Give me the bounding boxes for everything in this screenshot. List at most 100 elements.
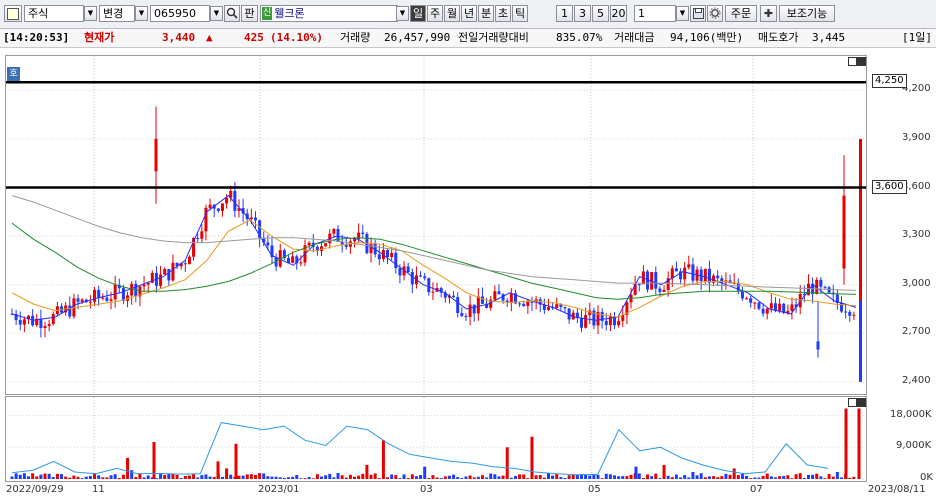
candle-down [97,289,101,298]
volume-bar [237,475,241,479]
volume-bar [703,477,707,479]
interval-button-1[interactable]: 3 [574,5,591,22]
market-label: 주식 [28,7,49,20]
candle-down [253,217,257,221]
minimize-icon[interactable] [848,57,857,66]
count-dropdown-icon[interactable]: ▼ [676,6,689,21]
gear-icon [709,7,721,19]
interval-button-3[interactable]: 20 [610,5,627,22]
volume-bar [773,477,777,479]
volume-bar [187,475,191,479]
volume-bar [27,476,31,479]
assist-button[interactable]: 보조기능 [779,5,835,22]
candle-up [113,284,117,300]
stock-name-dropdown-icon[interactable]: ▼ [396,6,409,21]
board-button[interactable]: 판 [241,5,258,22]
volume-bar [109,475,113,479]
change-select[interactable]: 변경 [99,5,135,22]
settings-button[interactable] [707,5,723,22]
market-dropdown-icon[interactable]: ▼ [84,6,97,21]
candle-spike [154,138,158,172]
volume-bar [753,477,757,479]
volume-bar [658,478,662,479]
volume-bar [538,475,542,479]
volume-bar [159,473,163,479]
candle-down [472,304,476,314]
volume-bar [460,478,464,479]
prev-ratio-label: 전일거래량대비 [458,31,529,44]
count-input[interactable]: 1 [634,5,676,22]
volume-bar [105,477,109,479]
price-chart[interactable] [6,56,866,394]
code-dropdown-icon[interactable]: ▼ [210,6,223,21]
candle-down [183,263,187,265]
close-icon[interactable] [857,398,866,407]
volume-bar [732,468,736,479]
stock-name-field[interactable]: 신 웰크론 [260,5,398,22]
volume-bar [654,473,658,479]
volume-bar [18,474,22,479]
price-pane-controls[interactable] [848,57,866,66]
period-button-2[interactable]: 월 [444,5,460,22]
stock-code-input[interactable]: 065950 [150,5,210,22]
volume-bar [192,473,196,479]
save-icon [692,8,704,19]
volume-bar [827,474,831,479]
volume-bar [588,475,592,479]
candle-down [827,287,831,293]
period-button-1[interactable]: 주 [427,5,443,22]
candle-down [522,303,526,307]
period-button-6[interactable]: 틱 [512,5,528,22]
volume-bar-spike [634,466,638,479]
candle-up [526,301,530,307]
candle-up [200,231,204,239]
candle-up [109,299,113,301]
candle-down [819,279,823,287]
minimize-icon[interactable] [848,398,857,407]
period-button-5[interactable]: 초 [495,5,511,22]
order-button[interactable]: 주문 [725,5,757,22]
interval-button-0[interactable]: 1 [556,5,573,22]
volume-chart[interactable] [6,397,866,481]
volume-pane[interactable] [5,396,867,482]
candle-up [555,304,559,308]
volume-bar [555,474,559,479]
period-button-0[interactable]: 일 [410,5,426,22]
date-axis-label: 2022/09/29 [6,484,64,495]
volume-bar [472,477,476,479]
candle-up [324,243,328,247]
close-icon[interactable] [857,57,866,66]
candle-down [580,317,584,328]
volume-bar [687,477,691,479]
volume-bar [171,473,175,479]
volume-bar [431,475,435,479]
volume-tick-label: 9,000K [896,440,932,452]
change-dropdown-icon[interactable]: ▼ [135,6,148,21]
menu-icon[interactable] [4,5,22,22]
search-button[interactable] [224,5,240,22]
volume-tick-label: 0K [920,472,933,483]
candle-down [68,305,72,317]
volume-bar [608,474,612,479]
interval-button-2[interactable]: 5 [592,5,609,22]
volume-bar [286,477,290,479]
save-button[interactable] [690,5,706,22]
volume-pane-controls[interactable] [848,398,866,407]
volume-bar [782,475,786,479]
date-axis-label: 03 [420,484,433,495]
chart-corner-tag[interactable]: 호 [7,67,20,81]
candle-up [493,291,497,300]
price-pane[interactable] [5,55,867,395]
volume-bar [324,475,328,479]
market-select[interactable]: 주식 [24,5,84,22]
horizontal-line-label: 4,250 [872,74,907,89]
period-button-4[interactable]: 분 [478,5,494,22]
period-button-3[interactable]: 년 [461,5,477,22]
volume-bar [423,466,427,479]
volume-bar [637,473,641,479]
candle-up [778,303,782,311]
plus-button[interactable]: ✚ [760,5,777,22]
volume-bar [749,478,753,479]
volume-bar [386,477,390,479]
volume-bar [117,477,121,479]
